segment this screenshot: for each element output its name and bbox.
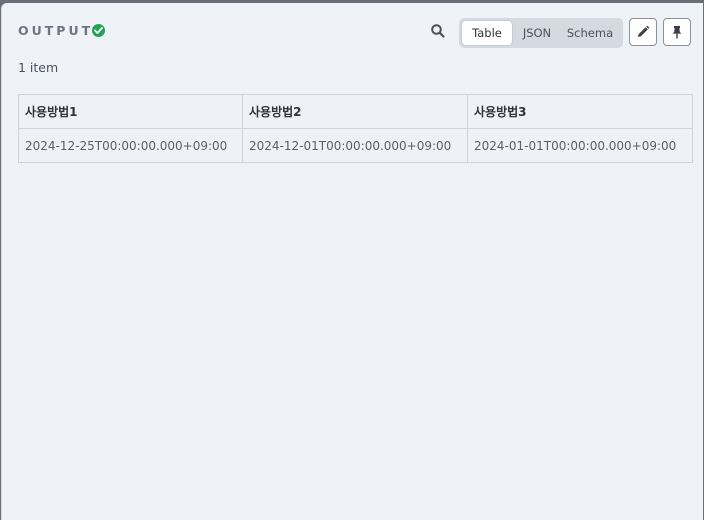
table-row: 2024-12-25T00:00:00.000+09:00 2024-12-01… (18, 128, 693, 163)
tab-schema[interactable]: Schema (561, 21, 619, 45)
view-mode-switcher: Table JSON Schema (459, 18, 623, 48)
table-cell[interactable]: 2024-01-01T00:00:00.000+09:00 (467, 128, 693, 163)
table-cell[interactable]: 2024-12-25T00:00:00.000+09:00 (18, 128, 243, 163)
table-header-row: 사용방법1 사용방법2 사용방법3 (18, 94, 693, 129)
check-circle-icon (92, 24, 105, 37)
output-panel: OUTPUT Table JSON Schema 1 item 사용방법1 사용… (1, 3, 703, 520)
pin-button[interactable] (663, 18, 691, 46)
panel-title: OUTPUT (18, 23, 94, 38)
tab-table[interactable]: Table (462, 21, 512, 45)
column-header[interactable]: 사용방법2 (242, 94, 468, 129)
column-header[interactable]: 사용방법1 (18, 94, 243, 129)
tab-json[interactable]: JSON (515, 21, 559, 45)
output-header: OUTPUT Table JSON Schema (2, 3, 703, 59)
item-count: 1 item (18, 60, 59, 75)
table-cell[interactable]: 2024-12-01T00:00:00.000+09:00 (242, 128, 468, 163)
output-table: 사용방법1 사용방법2 사용방법3 2024-12-25T00:00:00.00… (18, 94, 693, 163)
column-header[interactable]: 사용방법3 (467, 94, 693, 129)
edit-button[interactable] (629, 18, 657, 46)
search-icon[interactable] (430, 23, 446, 39)
